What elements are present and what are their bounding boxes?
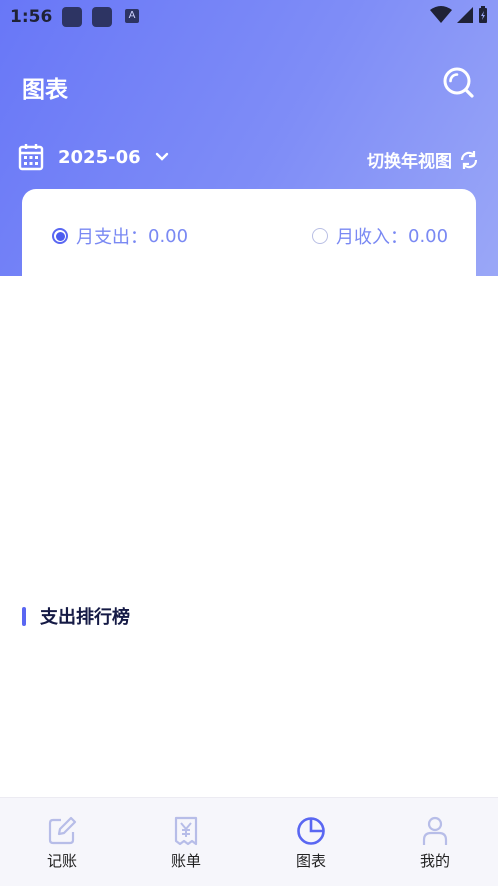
tab-bills[interactable]: 账单 bbox=[146, 816, 226, 871]
chevron-down-icon bbox=[155, 152, 168, 161]
user-icon bbox=[422, 816, 448, 845]
tab-label: 记账 bbox=[46, 852, 77, 870]
section-accent-bar bbox=[22, 606, 26, 626]
notification-app-icon bbox=[92, 7, 112, 27]
bottom-tab-bar: 记账 账单 图表 我的 bbox=[0, 797, 498, 886]
switch-year-view-label: 切换年视图 bbox=[367, 152, 452, 172]
expense-radio[interactable] bbox=[52, 228, 68, 244]
notification-a-icon: A bbox=[125, 9, 139, 23]
wifi-icon bbox=[430, 6, 452, 23]
tab-label: 图表 bbox=[295, 852, 326, 870]
search-button[interactable] bbox=[441, 65, 475, 99]
tab-record[interactable]: 记账 bbox=[22, 816, 102, 871]
summary-card: 月支出： 0.00 月收入： 0.00 bbox=[22, 189, 476, 285]
ranking-section-title: 支出排行榜 bbox=[22, 603, 130, 629]
pie-chart-icon bbox=[297, 817, 325, 845]
receipt-icon bbox=[174, 816, 198, 846]
calendar-icon bbox=[18, 144, 44, 171]
month-value: 2025-06 bbox=[58, 146, 141, 168]
expense-option[interactable]: 月支出： 0.00 bbox=[52, 223, 188, 249]
tab-mine[interactable]: 我的 bbox=[395, 816, 475, 871]
page-title: 图表 bbox=[22, 77, 68, 103]
search-icon bbox=[443, 67, 474, 98]
ranking-title-text: 支出排行榜 bbox=[40, 607, 130, 628]
switch-year-view-button[interactable]: 切换年视图 bbox=[367, 147, 480, 172]
tab-charts[interactable]: 图表 bbox=[271, 816, 351, 871]
status-time: 1:56 bbox=[10, 7, 53, 27]
month-selector[interactable]: 2025-06 bbox=[18, 143, 169, 171]
income-value: 0.00 bbox=[408, 225, 449, 247]
status-bar: 1:56 A bbox=[0, 0, 498, 34]
notification-app-icon bbox=[62, 7, 82, 27]
tab-label: 账单 bbox=[170, 852, 201, 870]
income-option[interactable]: 月收入： 0.00 bbox=[312, 223, 448, 249]
battery-icon bbox=[479, 6, 487, 23]
signal-icon bbox=[457, 7, 473, 23]
expense-value: 0.00 bbox=[148, 225, 189, 247]
edit-icon bbox=[48, 816, 77, 845]
income-label: 月收入： bbox=[336, 227, 408, 248]
expense-label: 月支出： bbox=[76, 227, 148, 248]
tab-label: 我的 bbox=[419, 852, 450, 870]
refresh-icon bbox=[460, 150, 478, 169]
income-radio[interactable] bbox=[312, 228, 328, 244]
